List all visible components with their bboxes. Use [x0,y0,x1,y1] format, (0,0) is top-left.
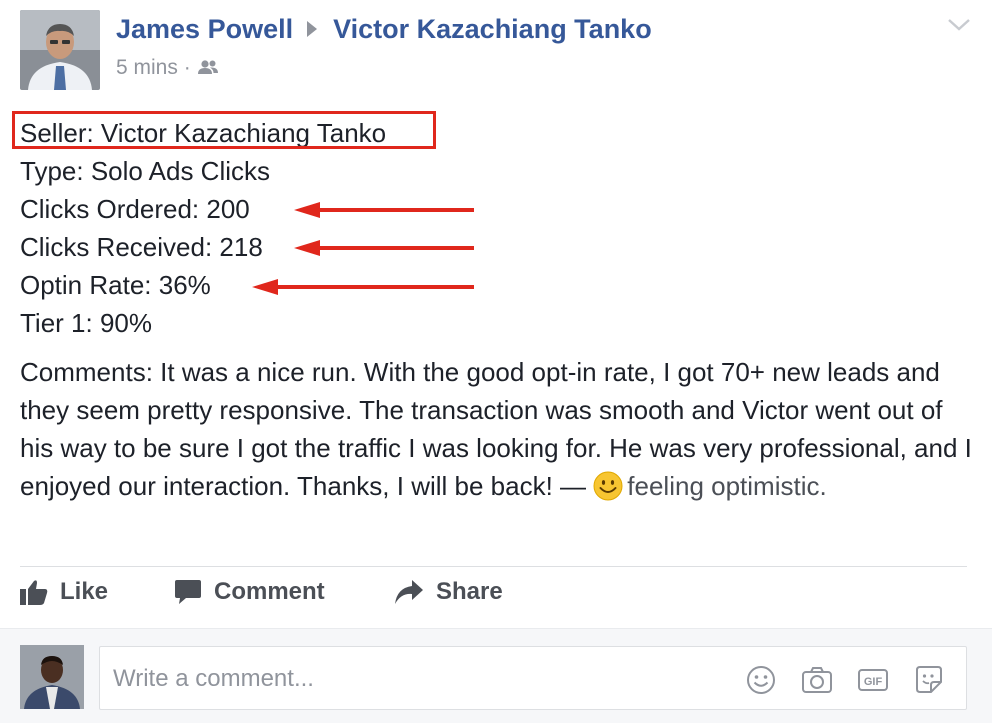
tier-line: Tier 1: 90% [20,308,152,338]
emoji-icon[interactable] [745,664,777,696]
comment-button[interactable]: Comment [174,578,325,606]
comment-label: Comment [214,578,325,605]
post-meta: 5 mins · [116,56,219,80]
post-header: James Powell Victor Kazachiang Tanko [116,14,652,45]
post-comment-text: Comments: It was a nice run. With the go… [20,353,978,505]
comment-body: Comments: It was a nice run. With the go… [20,357,972,501]
author-avatar[interactable] [20,10,100,90]
friends-icon[interactable] [197,59,219,75]
sticker-icon[interactable] [913,664,945,696]
svg-text:GIF: GIF [864,676,883,688]
type-line: Type: Solo Ads Clicks [20,156,270,186]
meta-separator: · [183,56,191,79]
thumbs-up-icon [20,580,48,605]
feeling-label[interactable]: feeling optimistic. [627,471,826,501]
annotation-arrow [294,240,474,256]
comment-input[interactable] [111,661,715,697]
share-button[interactable]: Share [394,578,503,606]
comment-box: GIF [99,646,967,710]
annotation-arrow [294,202,474,218]
annotation-arrow [252,279,474,295]
camera-icon[interactable] [801,664,833,696]
highlight-box [12,111,436,149]
divider [20,566,967,567]
gif-icon[interactable]: GIF [857,664,889,696]
like-label: Like [60,578,109,605]
post-timestamp[interactable]: 5 mins [116,56,178,79]
like-button[interactable]: Like [20,578,108,606]
target-name[interactable]: Victor Kazachiang Tanko [333,14,652,44]
author-name[interactable]: James Powell [116,14,293,44]
chevron-down-icon[interactable] [946,14,972,34]
arrow-right-icon [307,20,318,37]
share-label: Share [436,578,503,605]
smiley-emoji-icon [593,471,623,501]
current-user-avatar [20,645,84,709]
speech-bubble-icon [175,580,201,604]
share-arrow-icon [395,580,423,604]
